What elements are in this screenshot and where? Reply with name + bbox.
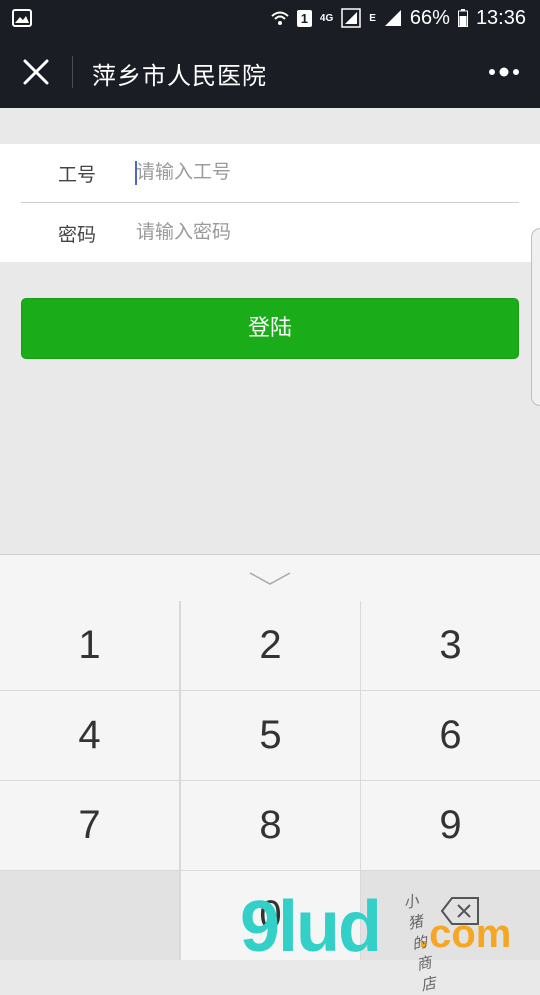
key-2[interactable]: 2 (181, 601, 360, 690)
key-3[interactable]: 3 (361, 601, 540, 690)
gallery-icon (12, 9, 32, 27)
employee-id-label: 工号 (58, 164, 97, 186)
signal-icon (384, 10, 401, 26)
app-header: 萍乡市人民医院 (0, 36, 540, 108)
employee-id-row: 工号 (0, 144, 540, 202)
key-7[interactable]: 7 (0, 781, 179, 870)
employee-id-input[interactable] (136, 152, 516, 192)
password-label: 密码 (58, 224, 97, 246)
battery-percent: 66% (409, 6, 450, 29)
edge-panel-handle[interactable] (531, 228, 540, 406)
key-blank (0, 871, 179, 960)
network-type-label: 4G (319, 12, 334, 24)
backspace-icon (440, 897, 479, 925)
numeric-keyboard: 1 2 3 4 5 6 7 8 9 0 (0, 554, 540, 960)
chevron-down-icon[interactable] (248, 571, 292, 587)
password-input[interactable] (136, 212, 516, 252)
row-divider (21, 202, 519, 203)
key-0[interactable]: 0 (181, 871, 360, 960)
key-9[interactable]: 9 (361, 781, 540, 870)
login-button[interactable]: 登陆 (21, 298, 519, 359)
battery-icon (457, 9, 468, 27)
status-bar: 1 4G E 66% 13:36 (0, 0, 540, 36)
page-title: 萍乡市人民医院 (92, 62, 267, 90)
edge-label: E (369, 12, 376, 24)
password-row: 密码 (0, 204, 540, 262)
key-4[interactable]: 4 (0, 691, 179, 780)
more-options-icon[interactable] (488, 64, 520, 80)
key-5[interactable]: 5 (181, 691, 360, 780)
clock: 13:36 (475, 6, 526, 29)
text-cursor (135, 161, 137, 185)
close-icon[interactable] (22, 58, 50, 86)
keyboard-toolbar (0, 554, 540, 601)
wifi-icon (271, 11, 289, 25)
sim-slot-badge: 1 (296, 9, 312, 27)
signal-box-icon (341, 8, 361, 28)
login-form: 工号 密码 (0, 144, 540, 262)
key-6[interactable]: 6 (361, 691, 540, 780)
key-8[interactable]: 8 (181, 781, 360, 870)
key-1[interactable]: 1 (0, 601, 179, 690)
header-divider (72, 56, 73, 88)
